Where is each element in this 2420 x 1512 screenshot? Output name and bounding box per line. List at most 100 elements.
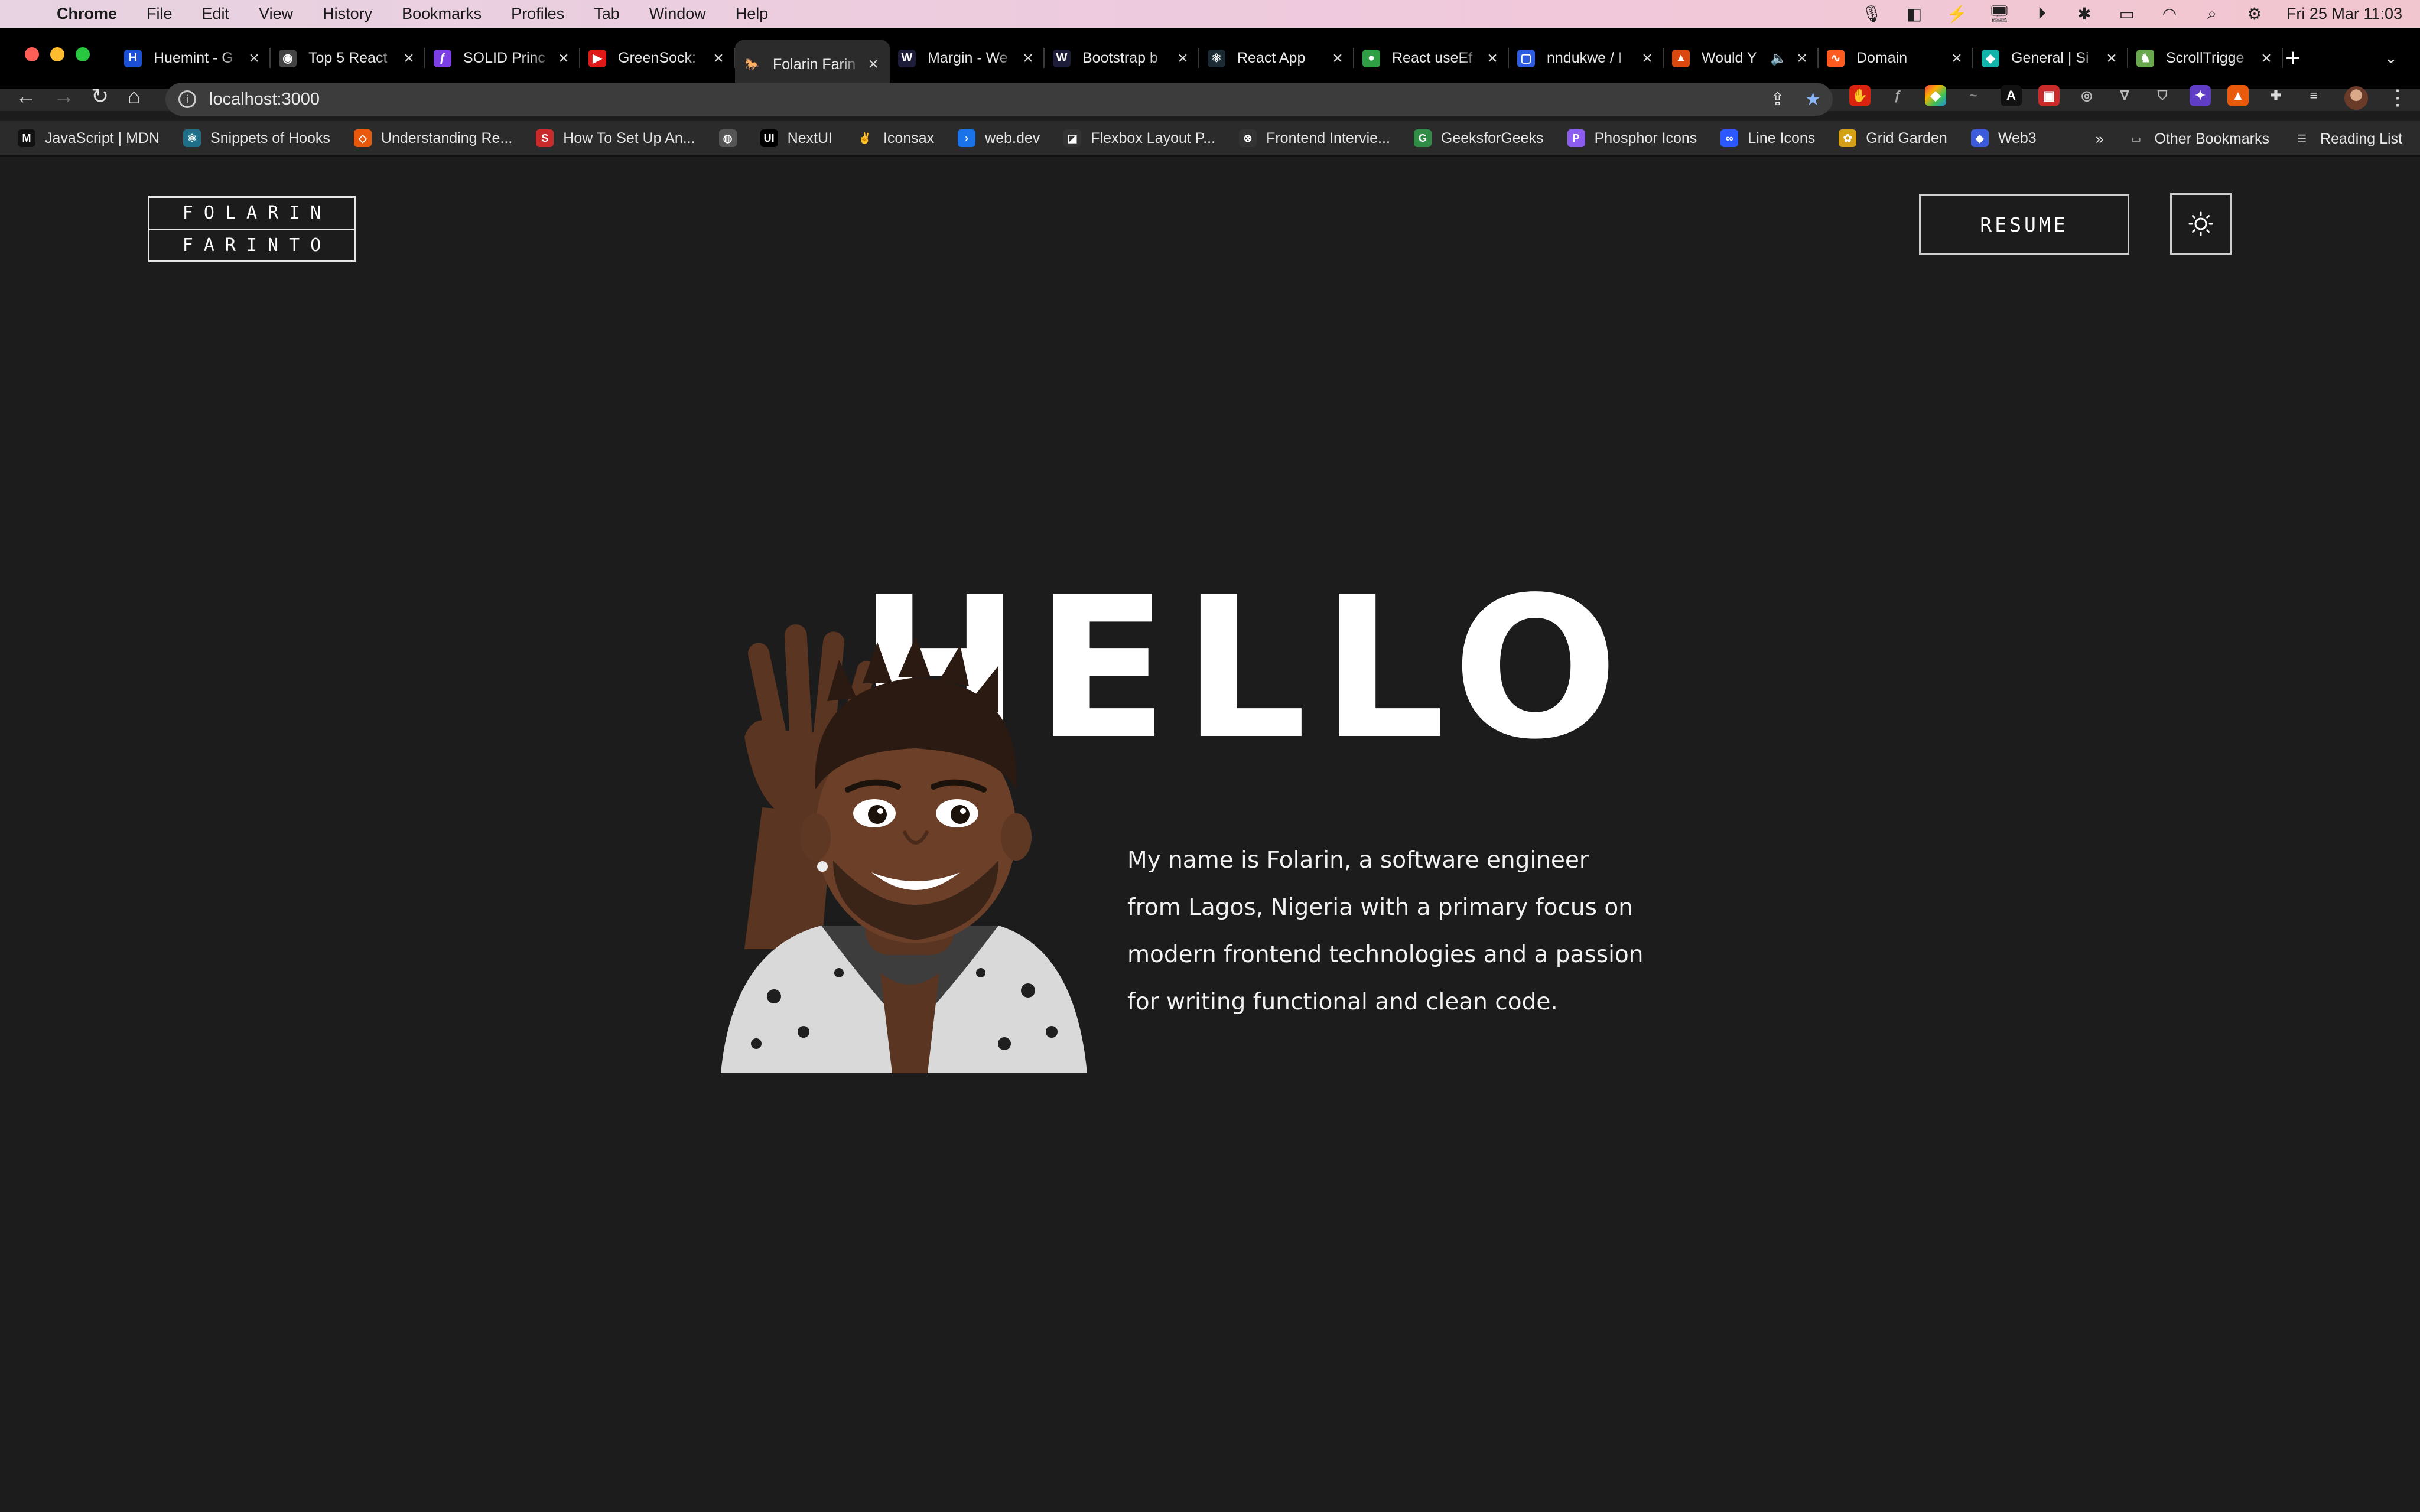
tab-close-icon[interactable]: × (553, 48, 574, 69)
bluetooth-icon[interactable]: ✱ (2074, 4, 2095, 24)
tab-close-icon[interactable]: × (1017, 48, 1039, 69)
menu-window[interactable]: Window (649, 5, 706, 23)
tab-close-icon[interactable]: × (708, 48, 729, 69)
menu-profiles[interactable]: Profiles (511, 5, 564, 23)
menu-view[interactable]: View (259, 5, 293, 23)
menu-help[interactable]: Help (736, 5, 769, 23)
extension-target-icon[interactable]: ◎ (2076, 85, 2097, 106)
maximize-window-button[interactable] (76, 47, 90, 61)
menu-history[interactable]: History (323, 5, 372, 23)
browser-tab[interactable]: H Huemint - G × (116, 28, 271, 89)
sidebar-icon[interactable]: ◧ (1904, 4, 1925, 24)
tab-close-icon[interactable]: × (1327, 48, 1348, 69)
bookmark-item[interactable]: ⊗ Frontend Intervie... (1239, 129, 1390, 147)
tab-close-icon[interactable]: × (1482, 48, 1503, 69)
extension-color-icon[interactable]: ◆ (1925, 85, 1946, 106)
bookmark-item[interactable]: M JavaScript | MDN (18, 129, 160, 147)
reading-list[interactable]: ☰ Reading List (2293, 130, 2402, 148)
browser-tab[interactable]: ▲ Would Y 🔈 × (1664, 28, 1819, 89)
browser-tab[interactable]: W Bootstrap b × (1045, 28, 1199, 89)
search-icon[interactable]: ⌕ (2201, 4, 2223, 24)
extension-badge-icon[interactable]: ✦ (2190, 85, 2211, 106)
tab-close-icon[interactable]: × (863, 54, 884, 74)
extension-a-icon[interactable]: A (2001, 85, 2022, 106)
extension-wave-icon[interactable]: ~ (1963, 85, 1984, 106)
bookmark-item[interactable]: ✿ Grid Garden (1839, 129, 1947, 147)
theme-toggle-button[interactable] (2170, 193, 2232, 255)
menu-bookmarks[interactable]: Bookmarks (402, 5, 482, 23)
play-icon[interactable]: ⏵ (2031, 4, 2053, 24)
microphone-icon[interactable]: 🎙 (1861, 4, 1882, 24)
battery-icon[interactable]: ▭ (2116, 4, 2138, 24)
tab-close-icon[interactable]: × (2256, 48, 2277, 69)
media-controls-icon[interactable]: ≡ (2303, 85, 2324, 106)
browser-tab[interactable]: ƒ SOLID Princ × (425, 28, 580, 89)
extensions-puzzle-icon[interactable]: ✚ (2265, 85, 2286, 106)
extension-red-icon[interactable]: ▣ (2038, 85, 2060, 106)
browser-tab[interactable]: ◆ General | Si × (1973, 28, 2128, 89)
bookmark-item[interactable]: ✌ Iconsax (856, 129, 934, 147)
tab-close-icon[interactable]: × (2101, 48, 2122, 69)
bookmark-item[interactable]: P Phosphor Icons (1567, 129, 1697, 147)
control-center-icon[interactable]: ⚙ (2244, 4, 2265, 24)
extension-shield-icon[interactable]: ⛉ (2152, 85, 2173, 106)
home-icon[interactable]: ⌂ (128, 84, 141, 109)
bookmark-item[interactable]: ◇ Understanding Re... (353, 129, 512, 147)
bookmark-item[interactable]: S How To Set Up An... (536, 129, 695, 147)
extension-hand-icon[interactable]: ✋ (1849, 85, 1871, 106)
forward-arrow-icon[interactable]: → (53, 84, 74, 109)
bookmark-item[interactable]: › web.dev (958, 129, 1040, 147)
tab-close-icon[interactable]: × (398, 48, 419, 69)
reload-icon[interactable]: ↻ (91, 84, 109, 109)
minimize-window-button[interactable] (50, 47, 64, 61)
tab-audio-icon[interactable]: 🔈 (1771, 51, 1787, 66)
more-menu-icon[interactable]: ⋮ (2387, 85, 2408, 110)
browser-tab[interactable]: ◉ Top 5 React × (271, 28, 425, 89)
browser-tab[interactable]: ● React useEf × (1354, 28, 1509, 89)
menu-tab[interactable]: Tab (594, 5, 620, 23)
profile-avatar[interactable] (2344, 86, 2368, 110)
extension-fox-icon[interactable]: ▲ (2227, 85, 2249, 106)
tab-close-icon[interactable]: × (243, 48, 265, 69)
bookmark-star-icon[interactable]: ★ (1805, 89, 1821, 110)
browser-tab[interactable]: ▢ nndukwe / I × (1509, 28, 1664, 89)
bookmark-item[interactable]: ◆ Web3 (1970, 129, 2037, 147)
bookmark-item[interactable]: ⚛ Snippets of Hooks (183, 129, 330, 147)
browser-tab[interactable]: W Margin - We × (890, 28, 1045, 89)
site-info-icon[interactable]: i (178, 90, 196, 108)
resume-button[interactable]: RESUME (1919, 194, 2129, 255)
app-status-icon[interactable]: ⚡ (1946, 4, 1967, 24)
extension-fx-icon[interactable]: ƒ (1887, 85, 1908, 106)
site-logo[interactable]: FOLARIN FARINTO (148, 196, 356, 262)
display-icon[interactable]: 🖥 (1989, 4, 2010, 24)
bookmark-item[interactable]: ◪ Flexbox Layout P... (1063, 129, 1215, 147)
menu-app-chrome[interactable]: Chrome (57, 5, 117, 23)
browser-tab[interactable]: 🐎 Folarin Farin × (735, 40, 890, 89)
bookmark-item[interactable]: UI NextUI (760, 129, 832, 147)
tab-close-icon[interactable]: × (1172, 48, 1193, 69)
menubar-clock[interactable]: Fri 25 Mar 11:03 (2286, 5, 2402, 23)
share-icon[interactable]: ⇪ (1770, 89, 1785, 110)
tab-search-chevron-icon[interactable]: ⌄ (2385, 28, 2398, 89)
menu-file[interactable]: File (147, 5, 173, 23)
address-url[interactable]: localhost:3000 (209, 90, 320, 109)
extension-v-icon[interactable]: ∇ (2114, 85, 2135, 106)
browser-tab[interactable]: ♞ ScrollTrigge × (2128, 28, 2283, 89)
bookmarks-overflow-icon[interactable]: » (2096, 131, 2104, 148)
bookmark-item[interactable]: G GeeksforGeeks (1413, 129, 1544, 147)
browser-tab[interactable]: ▶ GreenSock: × (580, 28, 735, 89)
new-tab-plus-icon[interactable]: + (2285, 28, 2301, 89)
close-window-button[interactable] (25, 47, 39, 61)
bookmark-item[interactable]: ◍ (718, 129, 746, 147)
address-bar[interactable]: i localhost:3000 ⇪ ★ (165, 83, 1833, 116)
bookmark-item[interactable]: ∞ Line Icons (1720, 129, 1815, 147)
tab-close-icon[interactable]: × (1637, 48, 1658, 69)
menu-edit[interactable]: Edit (202, 5, 230, 23)
back-arrow-icon[interactable]: ← (15, 84, 37, 109)
tab-close-icon[interactable]: × (1791, 48, 1813, 69)
other-bookmarks[interactable]: ▭ Other Bookmarks (2128, 130, 2269, 148)
browser-tab[interactable]: ∿ Domain × (1819, 28, 1973, 89)
browser-tab[interactable]: ⚛ React App × (1199, 28, 1354, 89)
tab-close-icon[interactable]: × (1946, 48, 1967, 69)
wifi-icon[interactable]: ◠ (2159, 4, 2180, 24)
